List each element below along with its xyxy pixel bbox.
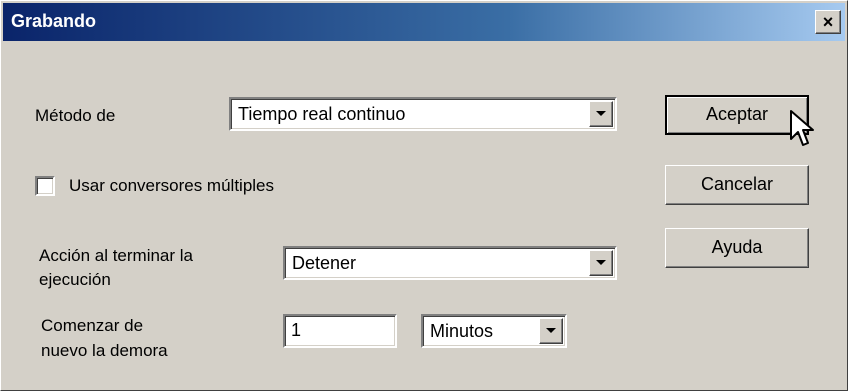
end-action-label-line2: ejecución <box>39 270 111 289</box>
cancel-button[interactable]: Cancelar <box>665 165 809 205</box>
arrow-cursor-icon <box>790 110 814 146</box>
end-action-label-line1: Acción al terminar la <box>39 246 194 265</box>
method-select[interactable]: Tiempo real continuo <box>229 97 617 131</box>
chevron-down-icon[interactable] <box>589 250 613 276</box>
chevron-down-icon[interactable] <box>539 318 563 344</box>
restart-delay-label-line1: Comenzar de <box>41 316 144 335</box>
method-label: Método de <box>35 106 116 125</box>
end-action-value: Detener <box>292 253 357 273</box>
multi-converter-checkbox[interactable] <box>35 176 55 196</box>
method-value: Tiempo real continuo <box>238 104 406 124</box>
end-action-select[interactable]: Detener <box>283 246 617 280</box>
multi-converter-label[interactable]: Usar conversores múltiples <box>69 175 274 197</box>
ok-button[interactable]: Aceptar <box>665 95 809 135</box>
restart-delay-label-line2: nuevo la demora <box>41 341 168 360</box>
chevron-down-icon[interactable] <box>589 101 613 127</box>
window-title: Grabando <box>11 11 97 31</box>
close-icon: × <box>822 12 834 32</box>
help-button[interactable]: Ayuda <box>665 228 809 268</box>
restart-unit-value: Minutos <box>430 321 494 341</box>
recording-dialog: Grabando × Método de Tiempo real continu… <box>0 0 848 391</box>
title-bar[interactable]: Grabando × <box>3 3 845 41</box>
restart-unit-select[interactable]: Minutos <box>421 314 567 348</box>
close-button[interactable]: × <box>815 10 841 34</box>
restart-delay-input[interactable]: 1 <box>283 314 397 348</box>
